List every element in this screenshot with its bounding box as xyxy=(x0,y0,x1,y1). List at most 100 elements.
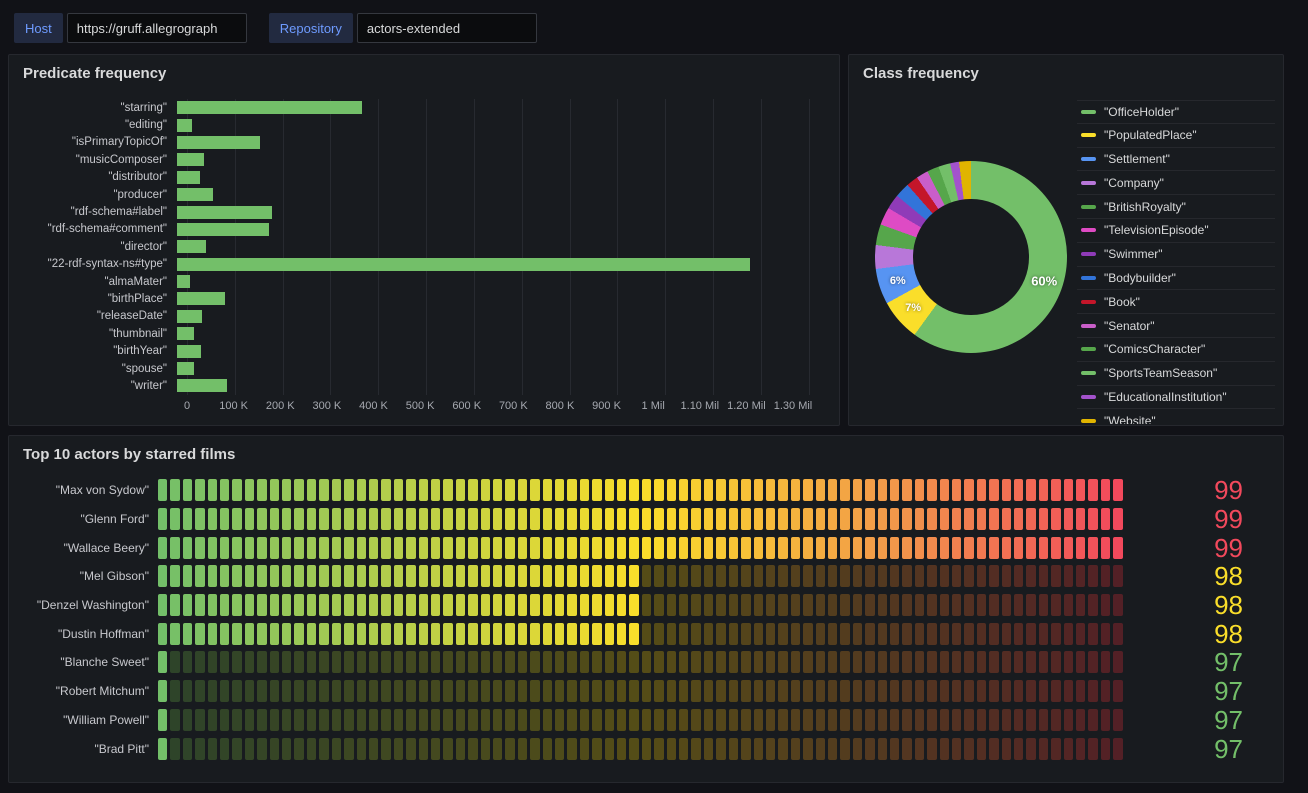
led-cell xyxy=(170,623,179,645)
led-cell xyxy=(1002,594,1011,616)
repository-input[interactable] xyxy=(357,13,537,43)
led-cell xyxy=(729,594,738,616)
legend-item[interactable]: "Company" xyxy=(1077,171,1275,195)
led-cell xyxy=(840,479,849,501)
led-cell xyxy=(319,508,328,530)
legend-item[interactable]: "Website" xyxy=(1077,409,1275,424)
led-cell xyxy=(1051,594,1060,616)
led-cell xyxy=(1039,680,1048,702)
led-cell xyxy=(183,537,192,559)
led-cell xyxy=(592,537,601,559)
legend-item[interactable]: "Bodybuilder" xyxy=(1077,267,1275,291)
led-cell xyxy=(1002,651,1011,673)
panel-title-top-actors[interactable]: Top 10 actors by starred films xyxy=(9,436,1283,468)
led-cell xyxy=(468,594,477,616)
led-cell xyxy=(704,651,713,673)
led-cell xyxy=(183,565,192,587)
actor-value: 97 xyxy=(1123,735,1283,763)
led-cell xyxy=(468,738,477,760)
legend-item[interactable]: "Senator" xyxy=(1077,314,1275,338)
led-cell xyxy=(716,565,725,587)
led-cell xyxy=(208,680,217,702)
led-cell xyxy=(902,479,911,501)
led-cell xyxy=(1039,537,1048,559)
led-cell xyxy=(964,594,973,616)
led-cell xyxy=(691,537,700,559)
legend-item[interactable]: "Book" xyxy=(1077,290,1275,314)
led-cell xyxy=(282,565,291,587)
led-cell xyxy=(1064,508,1073,530)
led-cell xyxy=(754,508,763,530)
led-cell xyxy=(1014,479,1023,501)
predicate-bar-cell xyxy=(177,325,823,342)
led-cell xyxy=(394,565,403,587)
led-cell xyxy=(518,709,527,731)
host-input[interactable] xyxy=(67,13,247,43)
led-cell xyxy=(419,594,428,616)
legend-item[interactable]: "Swimmer" xyxy=(1077,243,1275,267)
led-cell xyxy=(716,508,725,530)
led-cell xyxy=(332,709,341,731)
led-cell xyxy=(778,508,787,530)
legend-label: "OfficeHolder" xyxy=(1104,105,1179,119)
predicate-label: "22-rdf-syntax-ns#type" xyxy=(19,258,177,270)
legend-item[interactable]: "BritishRoyalty" xyxy=(1077,195,1275,219)
led-cell xyxy=(803,479,812,501)
predicate-row: "writer" xyxy=(19,377,823,394)
led-cell xyxy=(691,565,700,587)
legend-label: "Book" xyxy=(1104,295,1140,309)
legend-item[interactable]: "TelevisionEpisode" xyxy=(1077,219,1275,243)
led-cell xyxy=(232,623,241,645)
led-cell xyxy=(902,565,911,587)
led-cell xyxy=(567,651,576,673)
led-cell xyxy=(927,623,936,645)
led-cell xyxy=(419,738,428,760)
led-cell xyxy=(754,680,763,702)
led-cell xyxy=(865,738,874,760)
led-cell xyxy=(977,565,986,587)
x-axis-tick-label: 1 Mil xyxy=(642,400,665,412)
led-cell xyxy=(853,738,862,760)
led-cell xyxy=(493,709,502,731)
legend-item[interactable]: "EducationalInstitution" xyxy=(1077,386,1275,410)
led-cell xyxy=(1113,651,1122,673)
led-cell xyxy=(431,623,440,645)
actor-name-label: "William Powell" xyxy=(21,713,158,727)
led-cell xyxy=(902,594,911,616)
actor-name-label: "Max von Sydow" xyxy=(21,483,158,497)
led-cell xyxy=(754,709,763,731)
led-cell xyxy=(940,709,949,731)
legend-item[interactable]: "OfficeHolder" xyxy=(1077,100,1275,124)
led-cell xyxy=(704,623,713,645)
led-cell xyxy=(667,565,676,587)
led-cell xyxy=(158,537,167,559)
led-cell xyxy=(555,594,564,616)
led-cell xyxy=(778,537,787,559)
led-cell xyxy=(890,738,899,760)
led-cell xyxy=(1076,479,1085,501)
x-axis-tick-label: 600 K xyxy=(452,400,481,412)
led-cell xyxy=(456,709,465,731)
led-cell xyxy=(344,537,353,559)
legend-item[interactable]: "Settlement" xyxy=(1077,148,1275,172)
led-cell xyxy=(816,565,825,587)
panel-title-predicate-frequency[interactable]: Predicate frequency xyxy=(9,55,839,87)
led-cell xyxy=(890,508,899,530)
led-cell xyxy=(766,537,775,559)
led-cell xyxy=(481,709,490,731)
led-cell xyxy=(282,479,291,501)
led-cell xyxy=(1101,680,1110,702)
led-cell xyxy=(555,651,564,673)
legend-item[interactable]: "SportsTeamSeason" xyxy=(1077,362,1275,386)
led-cell xyxy=(567,537,576,559)
led-cell xyxy=(878,508,887,530)
led-cell xyxy=(915,508,924,530)
legend-item[interactable]: "ComicsCharacter" xyxy=(1077,338,1275,362)
led-cell xyxy=(940,651,949,673)
panel-title-class-frequency[interactable]: Class frequency xyxy=(849,55,1283,87)
led-cell xyxy=(332,651,341,673)
legend-item[interactable]: "PopulatedPlace" xyxy=(1077,124,1275,148)
led-cell xyxy=(543,738,552,760)
legend-color-dash xyxy=(1081,324,1096,328)
led-cell xyxy=(915,479,924,501)
